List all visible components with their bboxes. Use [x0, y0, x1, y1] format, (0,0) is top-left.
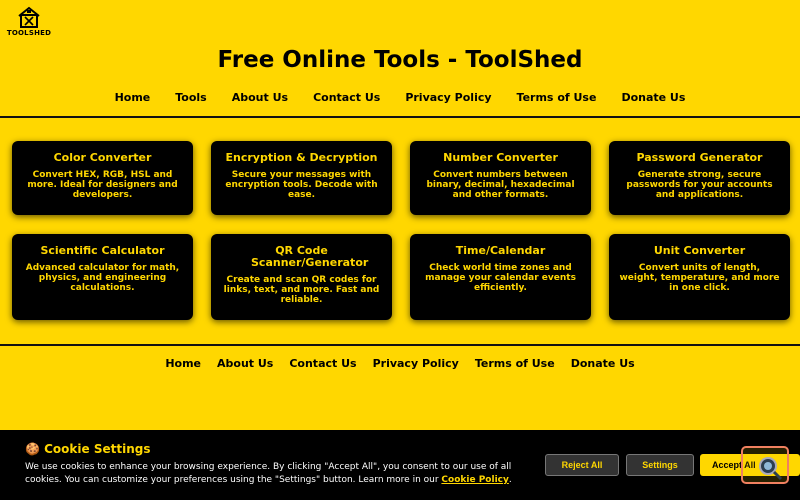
tool-card-unit-converter[interactable]: Unit Converter Convert units of length, …: [609, 234, 790, 320]
cookie-policy-link[interactable]: Cookie Policy: [441, 475, 508, 485]
header-divider: [0, 116, 800, 118]
tool-card-encryption[interactable]: Encryption & Decryption Secure your mess…: [211, 141, 392, 215]
nav-donate-us[interactable]: Donate Us: [621, 91, 685, 105]
tool-card-title: Scientific Calculator: [40, 244, 165, 257]
tool-card-scientific-calculator[interactable]: Scientific Calculator Advanced calculato…: [12, 234, 193, 320]
tool-card-description: Advanced calculator for math, physics, a…: [25, 263, 180, 293]
tool-card-description: Check world time zones and manage your c…: [425, 263, 576, 293]
tool-card-title: Password Generator: [636, 151, 763, 164]
footer-divider: [0, 344, 800, 346]
tool-card-description: Convert HEX, RGB, HSL and more. Ideal fo…: [27, 170, 178, 200]
cookie-text-end: .: [508, 475, 512, 485]
footer-nav-privacy-policy[interactable]: Privacy Policy: [373, 357, 459, 371]
tool-card-title: Unit Converter: [653, 244, 746, 257]
accessibility-widget[interactable]: [741, 446, 789, 484]
cookie-text-body: We use cookies to enhance your browsing …: [25, 462, 512, 485]
footer-nav-about-us[interactable]: About Us: [217, 357, 273, 371]
footer-nav: Home About Us Contact Us Privacy Policy …: [0, 357, 800, 371]
tool-card-title: Number Converter: [443, 151, 558, 164]
tool-card-title: QR Code Scanner/Generator: [251, 244, 369, 269]
page-title: Free Online Tools - ToolShed: [217, 47, 583, 73]
tool-card-title: Color Converter: [53, 151, 152, 164]
footer-nav-home[interactable]: Home: [165, 357, 201, 371]
tool-card-color-converter[interactable]: Color Converter Convert HEX, RGB, HSL an…: [12, 141, 193, 215]
cookie-title: 🍪 Cookie Settings: [25, 442, 151, 456]
top-nav: Home Tools About Us Contact Us Privacy P…: [0, 91, 800, 105]
nav-home[interactable]: Home: [115, 91, 151, 105]
tool-card-description: Generate strong, secure passwords for yo…: [626, 170, 773, 200]
tool-card-qr-code[interactable]: QR Code Scanner/Generator Create and sca…: [211, 234, 392, 320]
tool-card-description: Create and scan QR codes for links, text…: [223, 275, 380, 305]
tool-card-time-calendar[interactable]: Time/Calendar Check world time zones and…: [410, 234, 591, 320]
nav-contact-us[interactable]: Contact Us: [313, 91, 380, 105]
tool-card-description: Convert numbers between binary, decimal,…: [426, 170, 575, 200]
tool-card-number-converter[interactable]: Number Converter Convert numbers between…: [410, 141, 591, 215]
nav-tools[interactable]: Tools: [175, 91, 206, 105]
logo-text: TOOLSHED: [6, 29, 52, 37]
tools-grid: Color Converter Convert HEX, RGB, HSL an…: [12, 141, 790, 320]
cookie-banner: 🍪 Cookie Settings We use cookies to enha…: [0, 430, 800, 500]
footer-nav-terms-of-use[interactable]: Terms of Use: [475, 357, 555, 371]
tool-card-description: Secure your messages with encryption too…: [225, 170, 378, 200]
shed-icon: [18, 6, 40, 28]
nav-about-us[interactable]: About Us: [232, 91, 288, 105]
nav-privacy-policy[interactable]: Privacy Policy: [405, 91, 491, 105]
magnifier-icon: [759, 457, 783, 481]
toolshed-logo[interactable]: TOOLSHED: [7, 6, 51, 40]
tool-card-title: Encryption & Decryption: [225, 151, 378, 164]
reject-all-button[interactable]: Reject All: [545, 454, 619, 476]
cookie-text: We use cookies to enhance your browsing …: [25, 461, 525, 487]
footer-nav-donate-us[interactable]: Donate Us: [571, 357, 635, 371]
nav-terms-of-use[interactable]: Terms of Use: [517, 91, 597, 105]
footer-nav-contact-us[interactable]: Contact Us: [289, 357, 356, 371]
tool-card-description: Convert units of length, weight, tempera…: [619, 263, 780, 293]
tool-card-title: Time/Calendar: [455, 244, 546, 257]
tool-card-password-generator[interactable]: Password Generator Generate strong, secu…: [609, 141, 790, 215]
settings-button[interactable]: Settings: [626, 454, 694, 476]
